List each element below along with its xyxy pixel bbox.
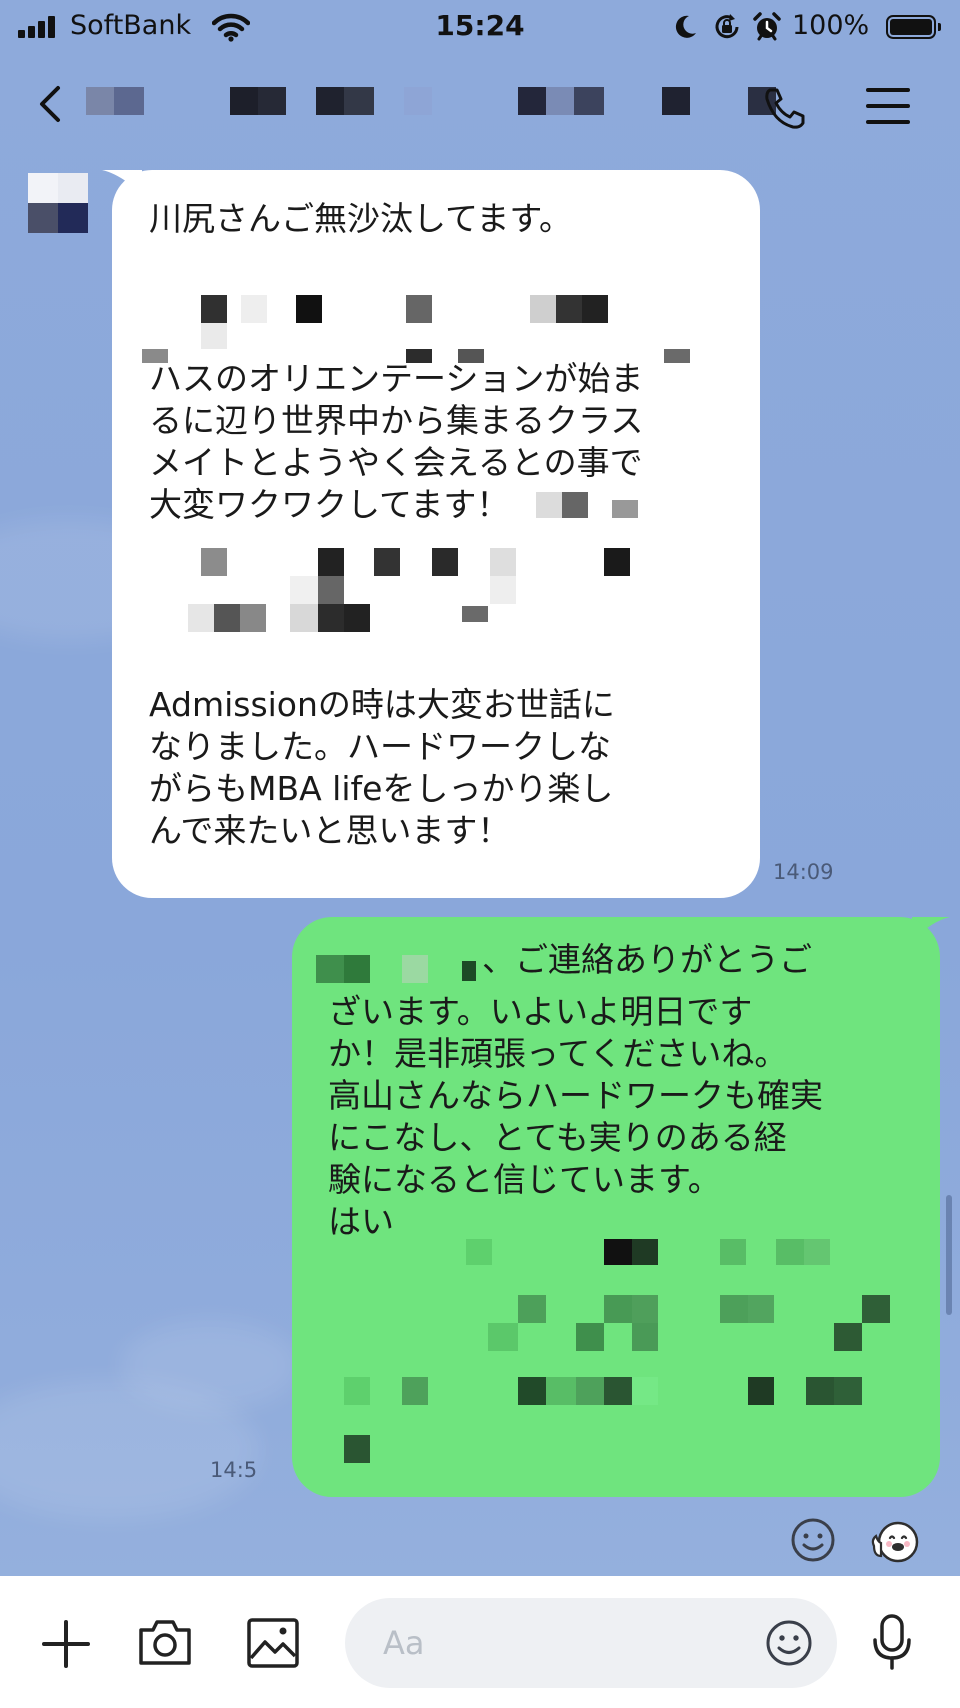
- scrollbar[interactable]: [946, 1195, 952, 1315]
- message-text: ざいます。いよいよ明日です か！是非頑張ってくださいね。 高山さんならハードワー…: [328, 992, 823, 1241]
- chevron-left-icon[interactable]: [32, 82, 68, 126]
- camera-icon[interactable]: [137, 1616, 193, 1668]
- emoji-icon[interactable]: [790, 1517, 836, 1563]
- alarm-icon: [753, 12, 781, 41]
- sticker-icon[interactable]: [868, 1516, 920, 1566]
- hamburger-menu-icon[interactable]: [866, 88, 910, 126]
- plus-icon[interactable]: [40, 1618, 92, 1670]
- emoji-icon[interactable]: [764, 1618, 814, 1668]
- phone-icon[interactable]: [760, 82, 810, 132]
- background-cloud: [120, 1320, 300, 1410]
- avatar[interactable]: [28, 173, 88, 233]
- do-not-disturb-icon: [675, 15, 696, 38]
- battery-icon: [886, 15, 941, 39]
- chat-header: [0, 60, 960, 150]
- battery-percentage: 100%: [792, 10, 870, 41]
- message-text: Admissionの時は大変お世話に なりました。ハードワークしな がらもMBA…: [149, 685, 615, 850]
- chat-screen: SoftBank 15:24 100% 川尻さんご無沙汰してます。 ハスのオリエ…: [0, 0, 960, 1708]
- rotation-lock-icon: [715, 14, 739, 39]
- message-input-bar: [0, 1576, 960, 1708]
- image-icon[interactable]: [245, 1616, 301, 1670]
- outgoing-message-bubble[interactable]: 、ご連絡ありがとうご ざいます。いよいよ明日です か！是非頑張ってくださいね。 …: [292, 917, 940, 1497]
- message-timestamp: 14:5: [210, 1458, 258, 1482]
- incoming-message-bubble[interactable]: 川尻さんご無沙汰してます。 ハスのオリエンテーションが始ま るに辺り世界中から集…: [112, 170, 760, 898]
- message-text: 川尻さんご無沙汰してます。: [149, 199, 573, 238]
- message-timestamp: 14:09: [773, 860, 834, 884]
- message-text: 、ご連絡ありがとうご: [482, 940, 812, 979]
- status-bar: SoftBank 15:24 100%: [0, 0, 960, 56]
- microphone-icon[interactable]: [870, 1612, 914, 1672]
